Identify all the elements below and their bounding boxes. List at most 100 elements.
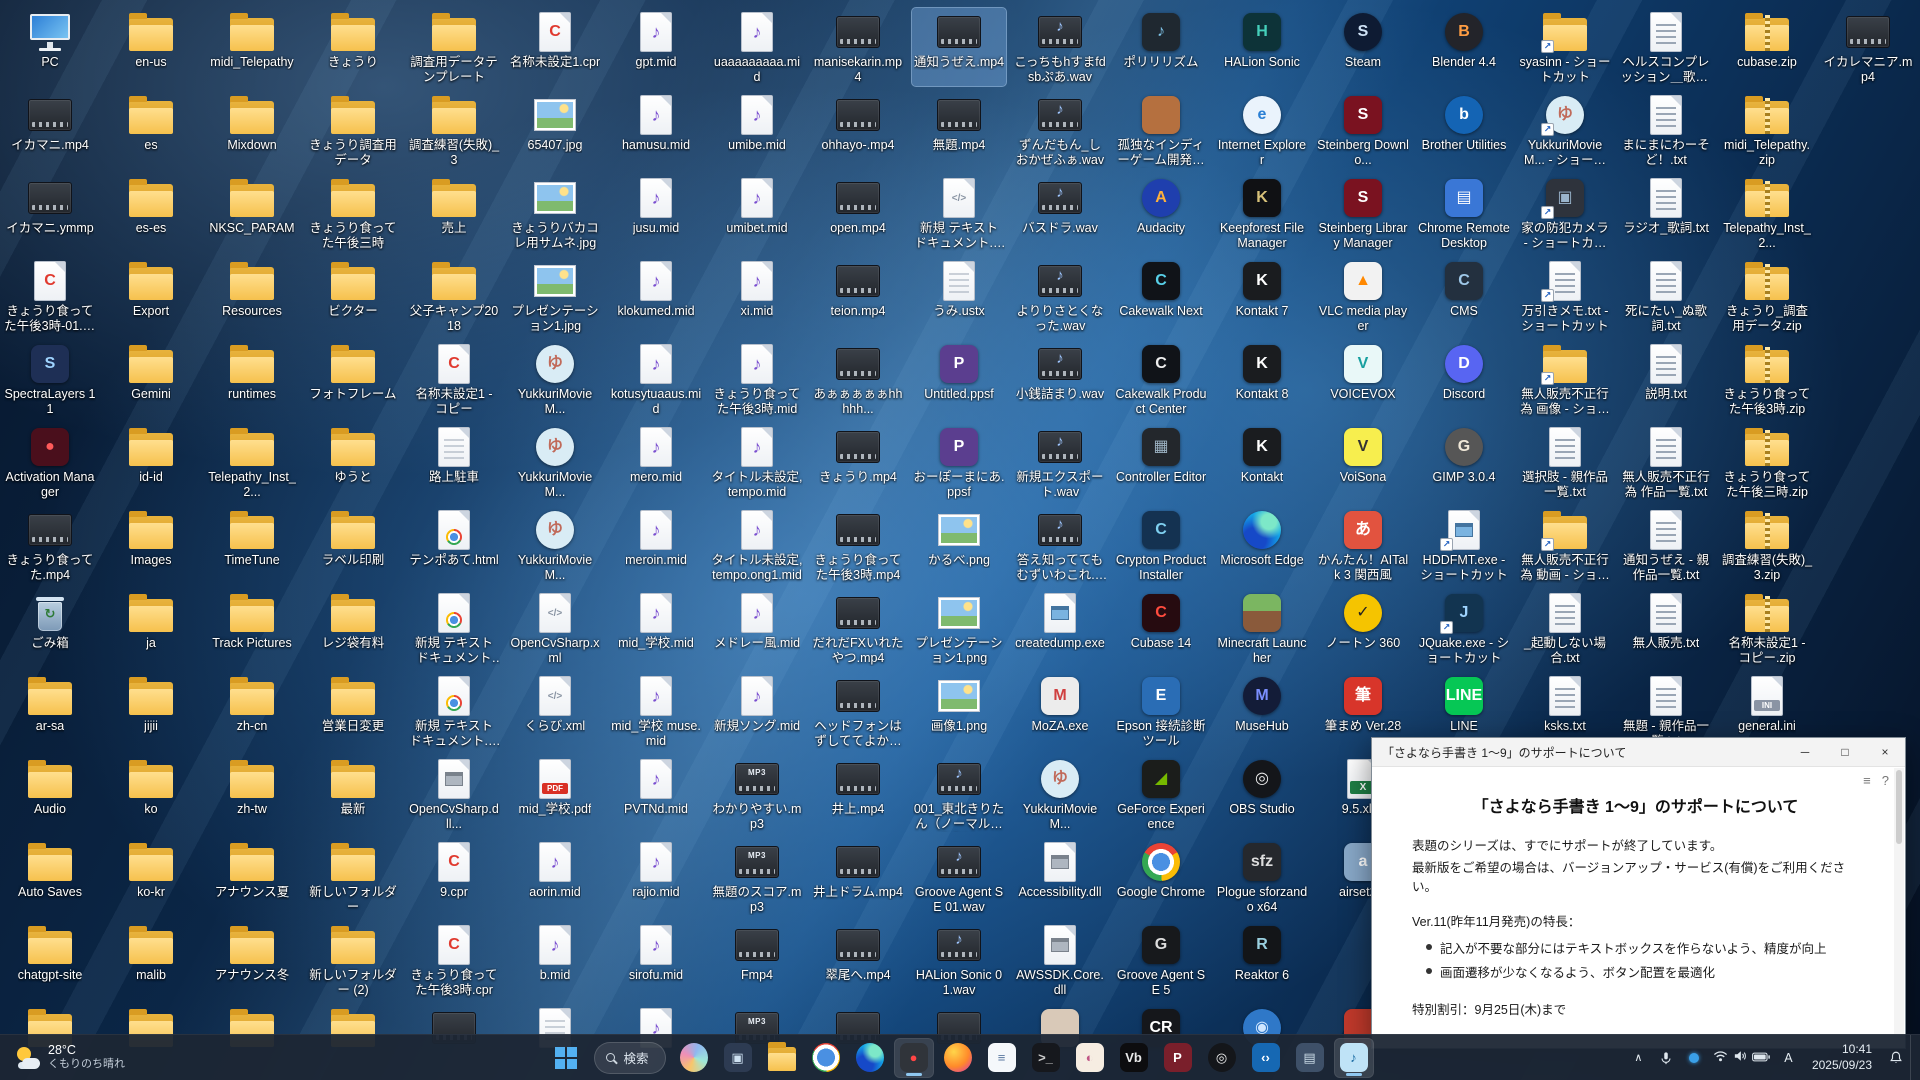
desktop-icon[interactable]: 父子キャンプ2018	[407, 257, 501, 335]
taskbar-app-notepad[interactable]: ≡	[982, 1038, 1022, 1078]
desktop-icon[interactable]: 井上ドラム.mp4	[811, 838, 905, 916]
desktop-icon[interactable]: ♪001_東北きりたん（ノーマル）_うない...	[912, 755, 1006, 833]
desktop-icon[interactable]: RReaktor 6	[1215, 921, 1309, 999]
desktop-icon[interactable]: en-us	[104, 8, 198, 86]
desktop-icon[interactable]: jijii	[104, 672, 198, 750]
desktop-icon[interactable]: Resources	[205, 257, 299, 335]
desktop-icon[interactable]: MMuseHub	[1215, 672, 1309, 750]
desktop-icon[interactable]: うみ.ustx	[912, 257, 1006, 335]
start-button[interactable]	[546, 1038, 586, 1078]
desktop-icon[interactable]: ♪umibe.mid	[710, 91, 804, 169]
desktop-icon[interactable]: Minecraft Launcher	[1215, 589, 1309, 667]
dialog-titlebar[interactable]: 「さよなら手書き 1〜9」のサポートについて ─ □ ×	[1372, 738, 1905, 767]
desktop-icon[interactable]: ラベル印刷	[306, 506, 400, 584]
desktop-icon[interactable]: eInternet Explorer	[1215, 91, 1309, 169]
desktop-icon[interactable]: manisekarin.mp4	[811, 8, 905, 86]
desktop-icon[interactable]: ●Activation Manager	[3, 423, 97, 501]
taskbar-app-p-app[interactable]: P	[1158, 1038, 1198, 1078]
desktop-icon[interactable]: CCakewalk Next	[1114, 257, 1208, 335]
desktop-icon[interactable]: 路上駐車	[407, 423, 501, 501]
desktop-icon[interactable]: プレゼンテーション1.png	[912, 589, 1006, 667]
desktop-icon[interactable]: ko-kr	[104, 838, 198, 916]
desktop-icon[interactable]: DDiscord	[1417, 340, 1511, 418]
taskbar-app-code[interactable]: ‹›	[1246, 1038, 1286, 1078]
desktop-icon[interactable]: </>新規 テキスト ドキュメント.musicxml	[912, 174, 1006, 252]
desktop-icon[interactable]: ♪hamusu.mid	[609, 91, 703, 169]
desktop-icon[interactable]: SSpectraLayers 11	[3, 340, 97, 418]
desktop-icon[interactable]: ♪sirofu.mid	[609, 921, 703, 999]
taskbar-app-vb-audio[interactable]: Vb	[1114, 1038, 1154, 1078]
desktop-icon[interactable]: Auto Saves	[3, 838, 97, 916]
desktop-icon[interactable]: アナウンス冬	[205, 921, 299, 999]
desktop-icon[interactable]: Mixdown	[205, 91, 299, 169]
desktop-icon[interactable]: Pおーぽーまにあ.ppsf	[912, 423, 1006, 501]
desktop-icon[interactable]: HHALion Sonic	[1215, 8, 1309, 86]
ime-indicator[interactable]: A	[1775, 1040, 1802, 1076]
taskbar-app-firefox[interactable]	[938, 1038, 978, 1078]
desktop-icon[interactable]: 調査練習(失敗)_3.zip	[1720, 506, 1814, 584]
taskbar-app-task-view[interactable]: ▣	[718, 1038, 758, 1078]
desktop-icon[interactable]: es	[104, 91, 198, 169]
desktop-icon[interactable]: SSteam	[1316, 8, 1410, 86]
desktop-icon[interactable]: Audio	[3, 755, 97, 833]
desktop-icon[interactable]: 新規 テキスト ドキュメント (2).html	[407, 589, 501, 667]
desktop-icon[interactable]: ♪rajio.mid	[609, 838, 703, 916]
desktop-icon[interactable]: KKontakt	[1215, 423, 1309, 501]
desktop-icon[interactable]: Track Pictures	[205, 589, 299, 667]
desktop-icon[interactable]: 新しいフォルダー (2)	[306, 921, 400, 999]
desktop-icon[interactable]: 最新	[306, 755, 400, 833]
desktop[interactable]: PCイカマニ.mp4イカマニ.ymmpCきょうり食ってた午後3時-01.cprS…	[0, 0, 1920, 1080]
desktop-icon[interactable]: chatgpt-site	[3, 921, 97, 999]
desktop-icon[interactable]: </>くらび.xml	[508, 672, 602, 750]
desktop-icon[interactable]: ↗HDDFMT.exe - ショートカット	[1417, 506, 1511, 584]
desktop-icon[interactable]: ♪gpt.mid	[609, 8, 703, 86]
desktop-icon[interactable]: きょうり食ってた午後三時	[306, 174, 400, 252]
desktop-icon[interactable]: open.mp4	[811, 174, 905, 252]
desktop-icon[interactable]: ♪aorin.mid	[508, 838, 602, 916]
desktop-icon[interactable]: 65407.jpg	[508, 91, 602, 169]
desktop-icon[interactable]: ♪uaaaaaaaaa.mid	[710, 8, 804, 86]
desktop-icon[interactable]: </>OpenCvSharp.xml	[508, 589, 602, 667]
desktop-icon[interactable]: Export	[104, 257, 198, 335]
desktop-icon[interactable]: ♪メドレー風.mid	[710, 589, 804, 667]
desktop-icon[interactable]: かるべ.png	[912, 506, 1006, 584]
desktop-icon[interactable]: きょうり	[306, 8, 400, 86]
desktop-icon[interactable]: あぁぁぁぁぁhhhhh...	[811, 340, 905, 418]
desktop-icon[interactable]: VVoiSona	[1316, 423, 1410, 501]
desktop-icon[interactable]: 新規 テキスト ドキュメント.html	[407, 672, 501, 750]
desktop-icon[interactable]: KKontakt 7	[1215, 257, 1309, 335]
desktop-icon[interactable]: ▲VLC media player	[1316, 257, 1410, 335]
desktop-icon[interactable]: 新しいフォルダー	[306, 838, 400, 916]
desktop-icon[interactable]: id-id	[104, 423, 198, 501]
desktop-icon[interactable]: ゆうと	[306, 423, 400, 501]
desktop-icon[interactable]: AAudacity	[1114, 174, 1208, 252]
desktop-icon[interactable]: ↗無人販売不正行為 画像 - ショートカット	[1518, 340, 1612, 418]
desktop-icon[interactable]: es-es	[104, 174, 198, 252]
weather-widget[interactable]: 28°C くもりのち晴れ	[4, 1038, 135, 1077]
desktop-icon[interactable]: ゆYukkuriMovieM...	[508, 506, 602, 584]
desktop-icon[interactable]: テンポあて.html	[407, 506, 501, 584]
desktop-icon[interactable]: ヘッドフォンはずしててよかった.mp4	[811, 672, 905, 750]
taskbar-app-voice-app[interactable]: ♪	[1334, 1038, 1374, 1078]
desktop-icon[interactable]: 名称未設定1 - コピー.zip	[1720, 589, 1814, 667]
desktop-icon[interactable]: Microsoft Edge	[1215, 506, 1309, 584]
desktop-icon[interactable]: 営業日変更	[306, 672, 400, 750]
close-icon[interactable]: ×	[1865, 738, 1905, 766]
desktop-icon[interactable]: ゆYukkuriMovieM...	[1013, 755, 1107, 833]
desktop-icon[interactable]: Fmp4	[710, 921, 804, 999]
taskbar-app-chrome[interactable]	[806, 1038, 846, 1078]
desktop-icon[interactable]: 説明.txt	[1619, 340, 1713, 418]
taskbar-app-copilot[interactable]	[674, 1038, 714, 1078]
maximize-icon[interactable]: □	[1825, 738, 1865, 766]
taskbar-app-obs[interactable]: ◎	[1202, 1038, 1242, 1078]
desktop-icon[interactable]: SSteinberg Downlo...	[1316, 91, 1410, 169]
desktop-icon[interactable]: ✓ノートン 360	[1316, 589, 1410, 667]
desktop-icon[interactable]: 井上.mp4	[811, 755, 905, 833]
desktop-icon[interactable]: OpenCvSharp.dll...	[407, 755, 501, 833]
desktop-icon[interactable]: midi_Telepathy.zip	[1720, 91, 1814, 169]
desktop-icon[interactable]: Telepathy_Inst_2...	[1720, 174, 1814, 252]
desktop-icon[interactable]: CCubase 14	[1114, 589, 1208, 667]
desktop-icon[interactable]: C名称未設定1.cpr	[508, 8, 602, 86]
desktop-icon[interactable]: midi_Telepathy	[205, 8, 299, 86]
desktop-icon[interactable]: ◢GeForce Experience	[1114, 755, 1208, 833]
